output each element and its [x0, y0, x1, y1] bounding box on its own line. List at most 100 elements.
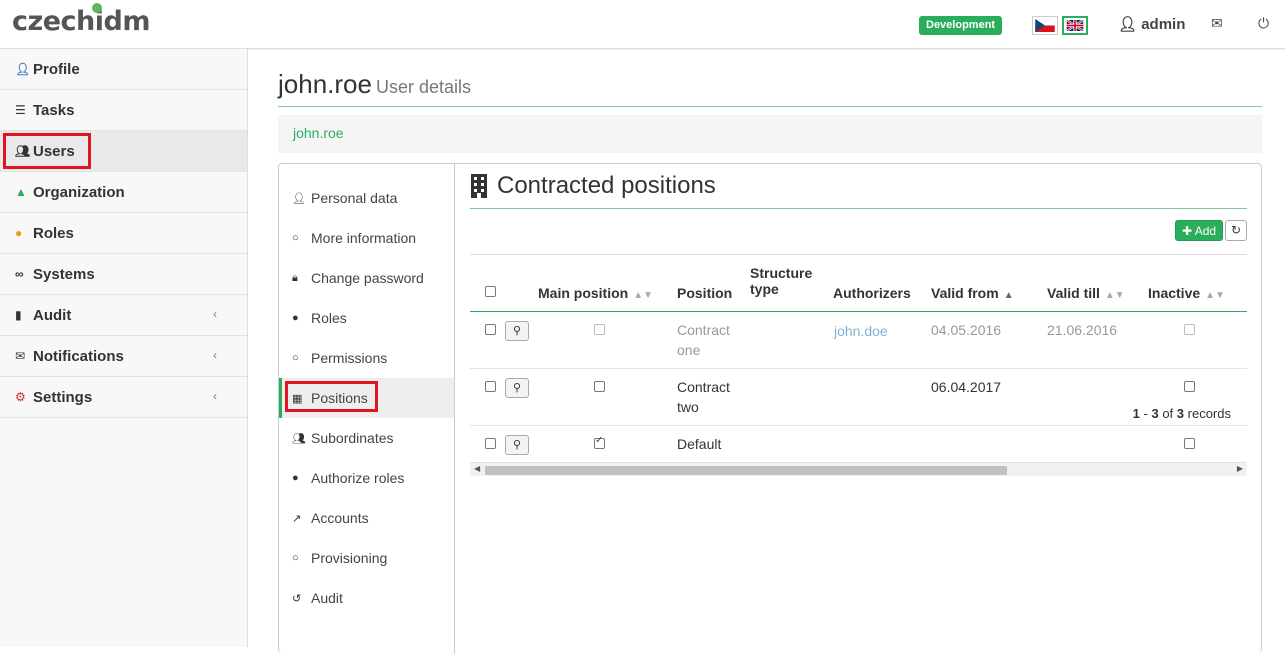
- position-cell: Contract one: [677, 322, 730, 358]
- horizontal-scrollbar[interactable]: ◀︎ ▶︎: [470, 462, 1247, 476]
- sidebar-item-roles[interactable]: ● Roles: [0, 213, 247, 254]
- tasks-icon: ☰: [15, 103, 26, 117]
- section-divider: [470, 208, 1247, 209]
- page-title: john.roe User details: [278, 69, 472, 99]
- header-structure-type[interactable]: Structure type: [750, 265, 812, 297]
- title-divider: [278, 106, 1262, 107]
- sort-icon: ▲︎▼︎: [1104, 290, 1125, 301]
- inactive-checkbox: [1184, 381, 1195, 392]
- header-main-position[interactable]: Main position ▲︎▼︎: [538, 285, 653, 301]
- sidebar-item-audit[interactable]: ▮ Audit ‹: [0, 295, 247, 336]
- english-flag-icon[interactable]: [1062, 16, 1088, 35]
- czech-flag-icon[interactable]: [1032, 16, 1058, 35]
- position-cell: Default: [677, 436, 722, 452]
- tab-roles[interactable]: ● Roles: [279, 298, 454, 338]
- history-icon: ↺: [292, 592, 302, 605]
- roles-icon: ●: [15, 226, 23, 240]
- detail-button[interactable]: ⚲: [505, 378, 529, 398]
- tab-more-information[interactable]: ○ More information: [279, 218, 454, 258]
- link-icon: ∞: [15, 267, 24, 281]
- scroll-right-icon[interactable]: ▶︎: [1237, 464, 1243, 473]
- refresh-icon: ↻: [1230, 223, 1242, 237]
- tab-provisioning[interactable]: ○ Provisioning: [279, 538, 454, 578]
- table-row[interactable]: ⚲ Contract two 06.04.2017: [470, 369, 1247, 426]
- scroll-left-icon[interactable]: ◀︎: [474, 464, 480, 473]
- header-valid-till[interactable]: Valid till ▲︎▼︎: [1047, 285, 1125, 301]
- add-button[interactable]: ✚ Add: [1175, 220, 1224, 241]
- power-icon[interactable]: ⏻︎: [1258, 15, 1269, 32]
- header-position[interactable]: Position: [677, 285, 732, 301]
- user-icon: 👤︎: [1118, 16, 1138, 33]
- positions-table: Main position ▲︎▼︎ Position Structure type…: [470, 254, 1247, 476]
- valid-from-cell: 04.05.2016: [931, 322, 1002, 338]
- valid-from-cell: 06.04.2017: [931, 379, 1002, 395]
- cog-icon: ⚙︎: [15, 390, 26, 404]
- envelope-icon: ✉︎: [15, 349, 26, 363]
- chevron-left-icon: ‹: [213, 389, 217, 403]
- row-checkbox[interactable]: [485, 438, 496, 449]
- envelope-icon[interactable]: ✉︎: [1211, 15, 1223, 32]
- main-position-checkbox: [594, 435, 605, 449]
- breadcrumb[interactable]: john.roe: [278, 115, 1262, 153]
- environment-badge: Development: [919, 16, 1003, 35]
- circle-icon: ○: [292, 232, 299, 244]
- tab-accounts[interactable]: ↗ Accounts: [279, 498, 454, 538]
- header-valid-from[interactable]: Valid from ▲︎: [931, 285, 1014, 301]
- chevron-left-icon: ‹: [213, 307, 217, 321]
- main-position-checkbox: [594, 324, 605, 335]
- lock-icon: 🔒︎: [292, 271, 298, 284]
- sort-asc-icon: ▲︎: [1003, 290, 1014, 301]
- main-content: john.roe User details john.roe 👤︎ Personal…: [248, 49, 1285, 654]
- pagination-info: 1 - 3 of 3 records: [1132, 406, 1231, 421]
- sidebar-item-notifications[interactable]: ✉︎ Notifications ‹: [0, 336, 247, 377]
- users-icon: 👥︎: [292, 432, 306, 445]
- plus-icon: ✚: [1182, 224, 1193, 238]
- roles-icon: ●: [292, 472, 299, 484]
- tab-audit[interactable]: ↺ Audit: [279, 578, 454, 618]
- app-logo[interactable]: czechidm: [12, 3, 150, 37]
- search-icon: ⚲: [512, 382, 522, 394]
- user-detail-panel: 👤︎ Personal data ○ More information 🔒︎ Chan…: [278, 163, 1262, 654]
- circle-icon: ○: [292, 352, 299, 364]
- user-menu[interactable]: 👤︎ admin: [1118, 15, 1185, 33]
- roles-icon: ●: [292, 312, 299, 324]
- header-inactive[interactable]: Inactive ▲︎▼︎: [1148, 285, 1225, 301]
- user-icon: 👤︎: [15, 62, 31, 76]
- sidebar-item-settings[interactable]: ⚙︎ Settings ‹: [0, 377, 247, 418]
- sidebar-item-profile[interactable]: 👤︎ Profile: [0, 49, 247, 90]
- scroll-thumb[interactable]: [485, 466, 1007, 475]
- highlight-box-positions: [285, 381, 378, 412]
- tab-subordinates[interactable]: 👥︎ Subordinates: [279, 418, 454, 458]
- header-authorizers[interactable]: Authorizers: [833, 285, 911, 301]
- row-checkbox[interactable]: [485, 324, 496, 335]
- highlight-box-users: [3, 133, 91, 169]
- detail-button[interactable]: ⚲: [505, 435, 529, 455]
- tab-personal-data[interactable]: 👤︎ Personal data: [279, 178, 454, 218]
- table-row[interactable]: ⚲ Default: [470, 426, 1247, 462]
- tree-icon: ▲: [15, 185, 27, 199]
- chart-icon: ▮: [15, 308, 22, 322]
- positions-content: Contracted positions ✚ Add ↻ Main positi…: [455, 164, 1261, 654]
- inactive-checkbox: [1184, 438, 1195, 449]
- search-icon: ⚲: [512, 325, 522, 337]
- tab-authorize-roles[interactable]: ● Authorize roles: [279, 458, 454, 498]
- sidebar-item-organization[interactable]: ▲ Organization: [0, 172, 247, 213]
- user-icon: 👤︎: [292, 192, 306, 205]
- tab-permissions[interactable]: ○ Permissions: [279, 338, 454, 378]
- detail-button[interactable]: ⚲: [505, 321, 529, 341]
- external-link-icon: ↗: [292, 512, 302, 525]
- building-icon: [471, 174, 487, 198]
- tab-change-password[interactable]: 🔒︎ Change password: [279, 258, 454, 298]
- sidebar-item-tasks[interactable]: ☰ Tasks: [0, 90, 247, 131]
- table-row[interactable]: ⚲ Contract one john.doe 04.05.2016 21.06.…: [470, 312, 1247, 369]
- main-position-checkbox: [594, 381, 605, 392]
- sort-icon: ▲︎▼︎: [633, 290, 654, 301]
- row-checkbox[interactable]: [485, 381, 496, 392]
- refresh-button[interactable]: ↻: [1225, 220, 1247, 241]
- authorizer-link[interactable]: john.doe: [834, 321, 888, 341]
- section-title: Contracted positions: [470, 172, 716, 200]
- position-cell: Contract two: [677, 379, 730, 415]
- search-icon: ⚲: [512, 439, 522, 451]
- sidebar-item-systems[interactable]: ∞ Systems: [0, 254, 247, 295]
- select-all-checkbox[interactable]: [485, 286, 496, 297]
